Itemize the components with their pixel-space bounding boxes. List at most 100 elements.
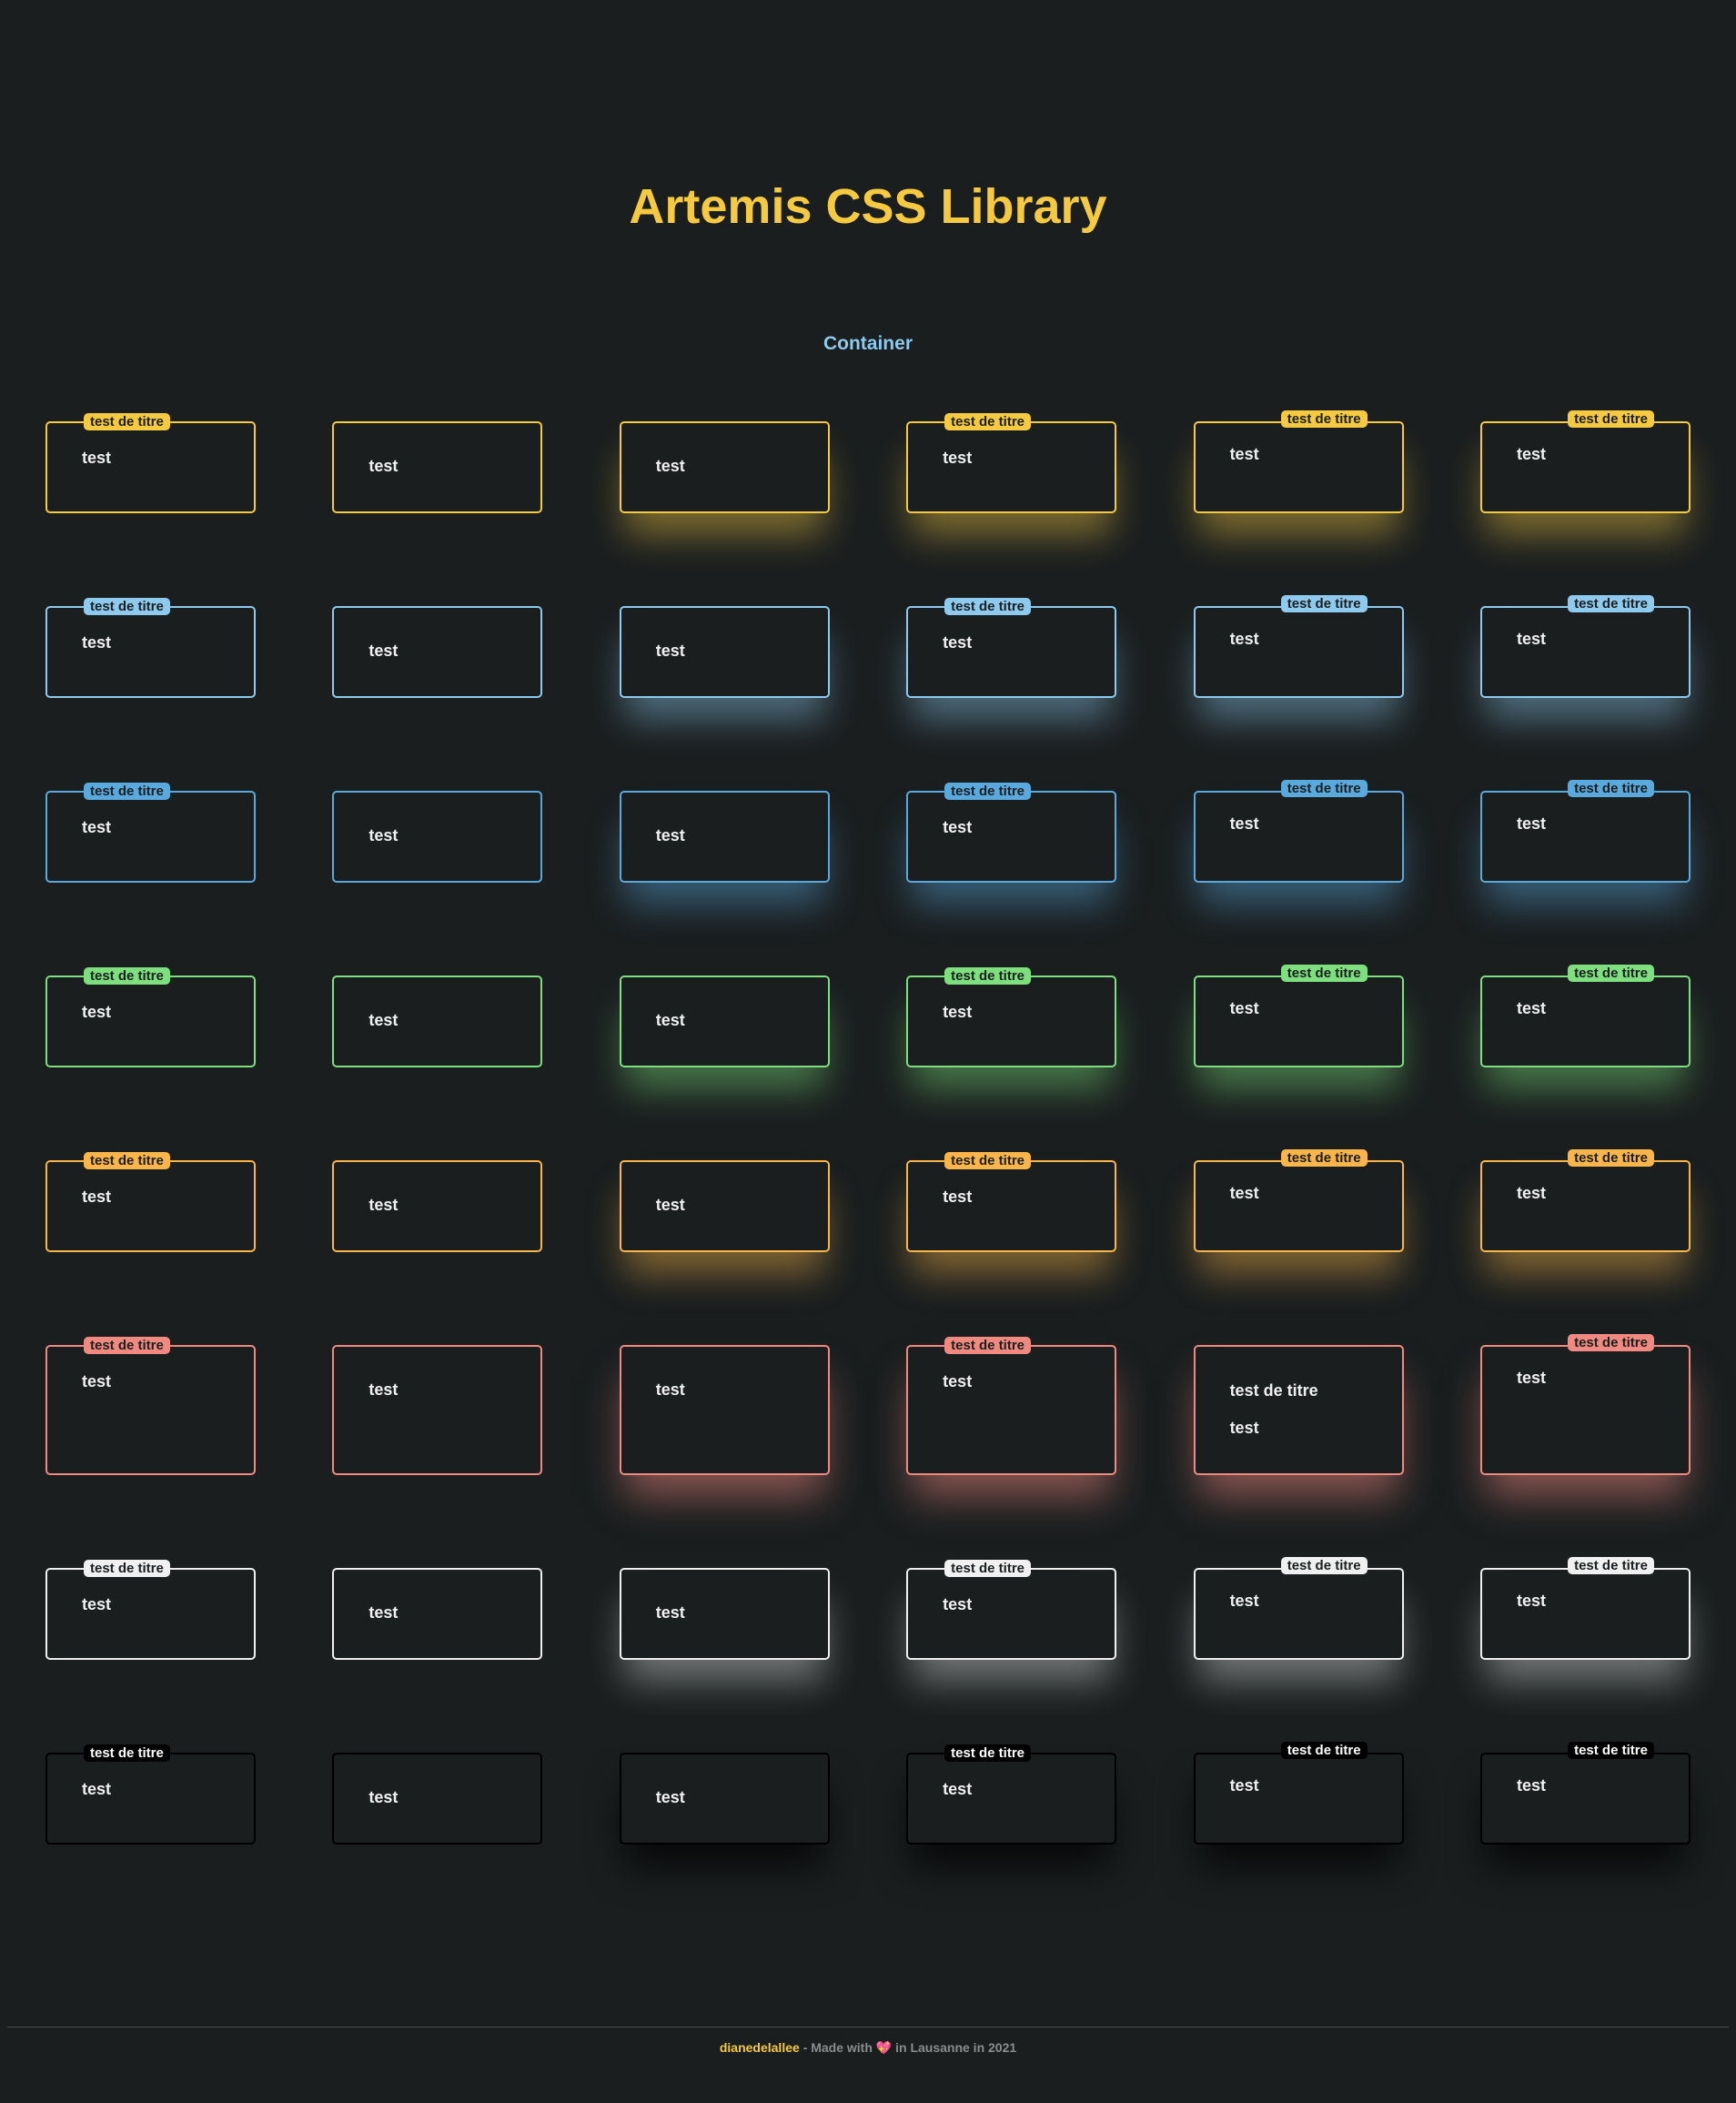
container-text: test — [655, 457, 685, 475]
footer-text: - Made with — [799, 2040, 876, 2055]
container-box: test de titre test — [1193, 1149, 1404, 1252]
container-box: test de titre test — [1193, 965, 1404, 1067]
container-box: test de titre test — [1193, 1742, 1404, 1845]
container-text: test — [943, 1003, 973, 1021]
container-title-badge: test de titre — [1568, 595, 1654, 612]
container-box: test de titre test — [906, 1152, 1117, 1252]
container-box: test de titre test — [1479, 780, 1691, 883]
container-text: test — [1229, 445, 1259, 463]
container-text: test — [82, 1595, 112, 1613]
container-title-badge: test de titre — [1568, 1334, 1654, 1351]
page-title: Artemis CSS Library — [629, 179, 1107, 234]
container-title-badge: test de titre — [84, 1152, 170, 1169]
container-title-badge: test de titre — [944, 1744, 1032, 1762]
container-box: test de titre test — [1479, 1742, 1691, 1845]
container-box: test de titre test — [45, 1744, 256, 1845]
container-box: test de titre test — [1479, 410, 1691, 513]
container-text: test — [1229, 1419, 1259, 1437]
container-text: test — [368, 1196, 399, 1214]
container-box: test de titre test — [45, 1152, 256, 1252]
container-text: test — [82, 818, 112, 836]
container-box: test de titre test — [1479, 595, 1691, 698]
container-box: test de titre test — [1193, 1557, 1404, 1660]
section-title: Container — [823, 333, 913, 354]
container-box: test de titre test — [1193, 410, 1404, 513]
container-box: test — [619, 791, 830, 883]
container-box: test — [619, 1345, 830, 1475]
container-text: test — [943, 818, 973, 836]
container-text: test — [943, 1780, 973, 1798]
container-title-badge: test de titre — [944, 783, 1032, 800]
container-title-badge: test de titre — [1568, 410, 1654, 428]
footer: dianedelallee - Made with 💖 in Lausanne … — [0, 2040, 1736, 2056]
container-title-badge: test de titre — [1568, 1742, 1654, 1759]
container-text: test — [82, 1003, 112, 1021]
container-content: test de titre test — [1230, 1381, 1318, 1438]
container-box: test de titre test — [45, 967, 256, 1067]
container-title-badge: test de titre — [1568, 1149, 1654, 1167]
container-box: test de titre test — [45, 1337, 256, 1475]
footer-author-link[interactable]: dianedelallee — [720, 2040, 800, 2055]
container-title-badge: test de titre — [1280, 410, 1368, 428]
container-text: test — [1229, 1184, 1259, 1202]
container-title-badge: test de titre — [944, 1337, 1032, 1354]
container-title-badge: test de titre — [1280, 1149, 1368, 1167]
container-title-badge: test de titre — [1280, 595, 1368, 612]
container-text: test — [943, 1188, 973, 1206]
container-text: test — [1516, 630, 1546, 648]
container-box: test de titre test — [906, 1337, 1117, 1475]
container-box: test de titre test — [906, 967, 1117, 1067]
container-box: test — [619, 1160, 830, 1252]
container-title-badge: test de titre — [84, 783, 170, 800]
container-title-badge: test de titre — [84, 598, 170, 615]
container-box: test — [332, 976, 543, 1067]
container-box: test de titre test — [1479, 965, 1691, 1067]
container-box: test — [332, 791, 543, 883]
container-text: test — [1516, 999, 1546, 1017]
container-box: test de titre test — [906, 1560, 1117, 1660]
container-text: test — [655, 826, 685, 844]
container-text: test — [943, 449, 973, 467]
container-inline-title: test de titre — [1229, 1381, 1318, 1400]
container-text: test — [368, 457, 399, 475]
container-text: test — [943, 1595, 973, 1613]
container-text: test — [368, 1788, 399, 1806]
heart-icon: 💖 — [875, 2040, 893, 2055]
container-title-badge: test de titre — [1568, 965, 1654, 982]
container-box: test de titre test — [906, 1744, 1117, 1845]
container-text: test — [655, 1380, 685, 1399]
container-text: test — [82, 449, 112, 467]
container-title-badge: test de titre — [84, 1744, 170, 1762]
container-text: test — [82, 633, 112, 652]
container-title-badge: test de titre — [84, 967, 170, 985]
container-box: test — [619, 606, 830, 698]
container-text: test — [1516, 445, 1546, 463]
container-grid: test de titre test test test test de titre te… — [45, 410, 1691, 1845]
container-title-badge: test de titre — [944, 1560, 1032, 1577]
container-text: test — [1229, 814, 1259, 833]
container-text: test — [368, 642, 399, 660]
container-text: test — [82, 1780, 112, 1798]
container-box: test de titre test — [1479, 1149, 1691, 1252]
container-text: test — [368, 1380, 399, 1399]
container-box: test — [332, 421, 543, 513]
container-text: test — [1229, 999, 1259, 1017]
container-box: test — [619, 421, 830, 513]
container-text: test — [655, 642, 685, 660]
container-title-badge: test de titre — [944, 598, 1032, 615]
container-title-badge: test de titre — [944, 967, 1032, 985]
container-box: test de titre test — [45, 598, 256, 698]
container-box: test — [332, 1753, 543, 1845]
footer-location-text: in Lausanne in 2021 — [892, 2040, 1017, 2055]
container-title-badge: test de titre — [1280, 965, 1368, 982]
container-box: test — [332, 1568, 543, 1660]
container-box: test de titre test — [906, 413, 1117, 513]
container-box: test de titre test — [45, 413, 256, 513]
container-box: test de titre test — [906, 598, 1117, 698]
container-title-badge: test de titre — [1568, 780, 1654, 797]
container-title-badge: test de titre — [944, 413, 1032, 430]
container-text: test — [1516, 1369, 1546, 1387]
container-title-badge: test de titre — [1280, 1557, 1368, 1574]
container-text: test — [1229, 1776, 1259, 1795]
container-box: test de titre test — [45, 1560, 256, 1660]
